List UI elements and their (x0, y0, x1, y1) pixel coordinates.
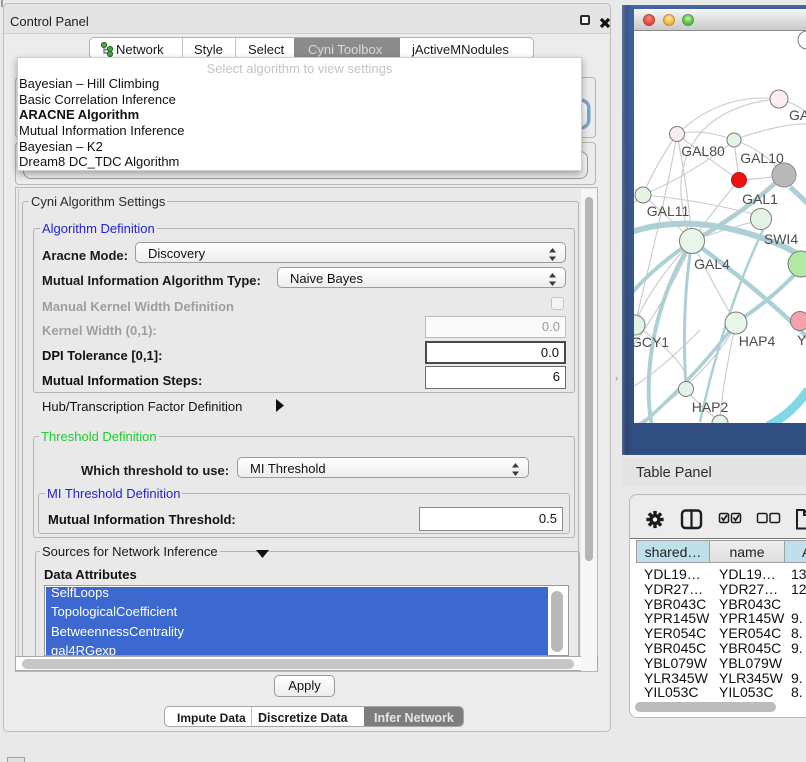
svg-text:SWI4: SWI4 (764, 231, 798, 247)
svg-text:GAL11: GAL11 (647, 203, 690, 219)
svg-text:HAP2: HAP2 (692, 399, 729, 415)
svg-text:HAP4: HAP4 (739, 333, 776, 349)
svg-text:GAL80: GAL80 (681, 143, 725, 159)
svg-text:Y: Y (797, 332, 806, 348)
svg-text:GAL4: GAL4 (694, 256, 730, 272)
svg-text:GCY1: GCY1 (634, 334, 669, 350)
svg-text:GAL7: GAL7 (789, 107, 806, 123)
svg-text:GAL10: GAL10 (740, 150, 784, 166)
svg-text:GAL1: GAL1 (742, 191, 778, 207)
